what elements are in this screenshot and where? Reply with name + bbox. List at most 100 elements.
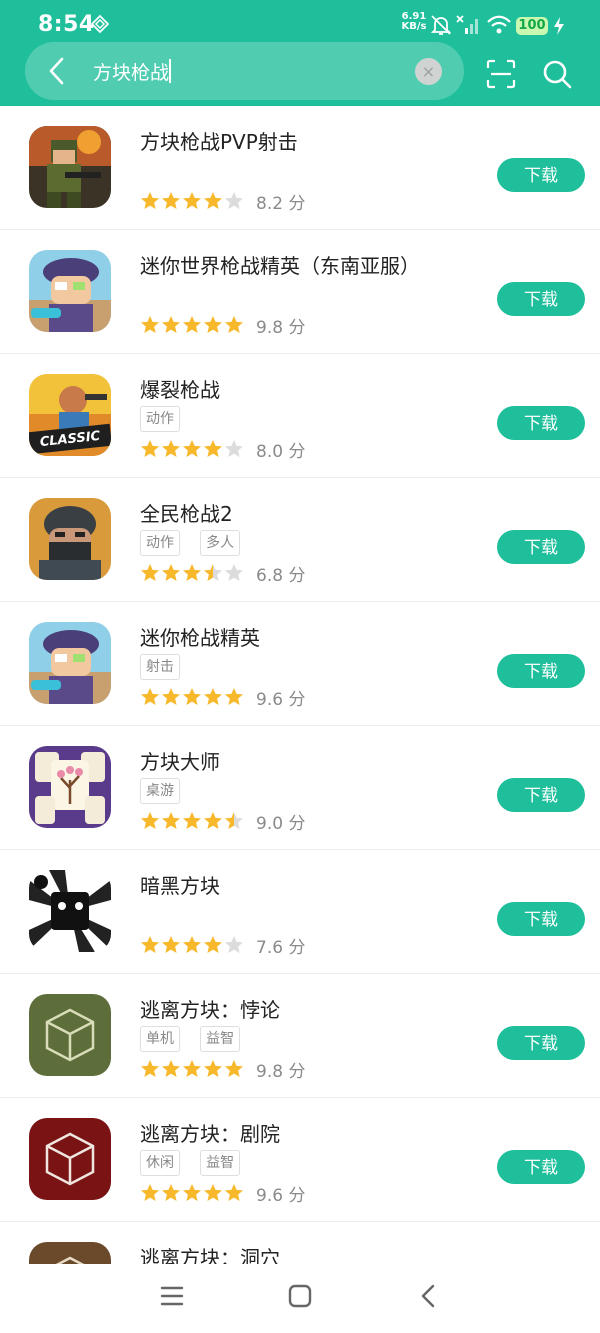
- star-filled-icon: [183, 1184, 201, 1201]
- menu-icon[interactable]: [160, 1284, 184, 1308]
- classic-shooter-icon[interactable]: CLASSIC: [29, 374, 111, 456]
- net-speed-unit: KB/s: [401, 21, 427, 32]
- star-filled-icon: [183, 1060, 201, 1077]
- download-button[interactable]: 下载: [497, 654, 585, 688]
- star-filled-icon: [183, 316, 201, 333]
- download-button[interactable]: 下载: [497, 902, 585, 936]
- rating-score: 9.6 分: [256, 689, 306, 710]
- star-filled-icon: [162, 688, 180, 705]
- star-empty-icon: [225, 440, 243, 457]
- download-button[interactable]: 下载: [497, 530, 585, 564]
- star-filled-icon: [162, 440, 180, 457]
- star-filled-icon: [141, 564, 159, 581]
- download-button[interactable]: 下载: [497, 282, 585, 316]
- swat-soldier-icon[interactable]: [29, 498, 111, 580]
- green-cube-icon[interactable]: [29, 994, 111, 1076]
- app-row[interactable]: 暗黑方块 7.6 分 下载: [0, 850, 600, 974]
- star-filled-icon: [204, 192, 222, 209]
- star-half-icon: [204, 564, 222, 581]
- star-filled-icon: [162, 564, 180, 581]
- category-tag: 桌游: [140, 778, 180, 804]
- search-icon[interactable]: [542, 59, 572, 89]
- rating-score: 9.8 分: [256, 1061, 306, 1082]
- app-row[interactable]: 全民枪战2 动作 多人 6.8 分 下载: [0, 478, 600, 602]
- scan-icon[interactable]: [486, 59, 516, 89]
- star-filled-icon: [204, 440, 222, 457]
- star-filled-icon: [183, 688, 201, 705]
- net-speed: 6.91 KB/s: [400, 12, 428, 32]
- category-tag: 益智: [200, 1150, 241, 1176]
- star-rating: [140, 191, 244, 211]
- brown-cube-icon[interactable]: [29, 1242, 111, 1264]
- search-results-list[interactable]: 方块枪战PVP射击 8.2 分 下载 迷你世界枪战精英（东南亚服） 9.8 分 …: [0, 106, 600, 1264]
- home-icon[interactable]: [288, 1284, 312, 1308]
- category-tag: 动作: [140, 406, 180, 432]
- star-rating: [140, 687, 244, 707]
- app-row[interactable]: 方块大师 桌游 9.0 分 下载: [0, 726, 600, 850]
- text-caret: [169, 59, 171, 83]
- blocky-soldier-icon[interactable]: [29, 126, 111, 208]
- tag-list: 动作 多人: [140, 530, 255, 556]
- app-row[interactable]: CLASSIC 爆裂枪战 动作 8.0 分 下载: [0, 354, 600, 478]
- category-tag: 动作: [140, 530, 180, 556]
- star-rating: [140, 935, 244, 955]
- star-filled-icon: [141, 1060, 159, 1077]
- category-tag: 多人: [200, 530, 241, 556]
- app-row[interactable]: 方块枪战PVP射击 8.2 分 下载: [0, 106, 600, 230]
- header: 8:54 6.91 KB/s 100 方块枪战 ×: [0, 0, 600, 106]
- star-rating: [140, 563, 244, 583]
- download-button[interactable]: 下载: [497, 778, 585, 812]
- tag-list: 桌游: [140, 778, 195, 804]
- star-filled-icon: [183, 440, 201, 457]
- download-button[interactable]: 下载: [497, 158, 585, 192]
- tag-list: 动作: [140, 406, 195, 432]
- rating: 8.0 分: [140, 438, 306, 462]
- download-button[interactable]: 下载: [497, 406, 585, 440]
- download-button[interactable]: 下载: [497, 1150, 585, 1184]
- mahjong-tiles-icon[interactable]: [29, 746, 111, 828]
- star-filled-icon: [204, 316, 222, 333]
- star-filled-icon: [162, 316, 180, 333]
- star-filled-icon: [162, 1060, 180, 1077]
- star-filled-icon: [162, 812, 180, 829]
- bell-off-icon: [430, 15, 452, 35]
- app-name: 逃离方块：悖论: [140, 998, 280, 1022]
- rating-score: 6.8 分: [256, 565, 306, 586]
- app-name: 爆裂枪战: [140, 378, 220, 402]
- app-name: 暗黑方块: [140, 874, 220, 898]
- rating: 9.6 分: [140, 1182, 305, 1206]
- star-rating: [140, 1183, 244, 1203]
- rating: 8.2 分: [140, 190, 306, 214]
- rating-score: 8.0 分: [256, 441, 306, 462]
- star-filled-icon: [225, 688, 243, 705]
- star-rating: [140, 811, 244, 831]
- mini-soldier-icon[interactable]: [29, 622, 111, 704]
- app-row[interactable]: 逃离方块：剧院 休闲 益智 9.6 分 下载: [0, 1098, 600, 1222]
- app-row[interactable]: 迷你世界枪战精英（东南亚服） 9.8 分 下载: [0, 230, 600, 354]
- clear-search-button[interactable]: ×: [415, 58, 442, 85]
- star-filled-icon: [183, 564, 201, 581]
- category-tag: 单机: [140, 1026, 180, 1052]
- star-filled-icon: [162, 192, 180, 209]
- app-row[interactable]: 逃离方块：悖论 单机 益智 9.8 分 下载: [0, 974, 600, 1098]
- rating: 9.6 分: [140, 686, 306, 710]
- rating-score: 8.2 分: [256, 193, 306, 214]
- app-name: 方块大师: [140, 750, 220, 774]
- star-half-icon: [225, 812, 243, 829]
- star-filled-icon: [183, 812, 201, 829]
- mini-soldier-icon[interactable]: [29, 250, 111, 332]
- download-button[interactable]: 下载: [497, 1026, 585, 1060]
- tag-list: 射击: [140, 654, 195, 680]
- rating-score: 9.0 分: [256, 813, 306, 834]
- battery-badge: 100: [516, 17, 548, 35]
- app-row[interactable]: 逃离方块：洞穴: [0, 1222, 600, 1264]
- red-cube-icon[interactable]: [29, 1118, 111, 1200]
- app-row[interactable]: 迷你枪战精英 射击 9.6 分 下载: [0, 602, 600, 726]
- rating-score: 9.8 分: [256, 317, 306, 338]
- back-arrow-icon[interactable]: [46, 56, 68, 86]
- dark-cube-icon[interactable]: [29, 870, 111, 952]
- nav-back-icon[interactable]: [418, 1284, 438, 1308]
- category-tag: 射击: [140, 654, 180, 680]
- search-input[interactable]: [93, 54, 403, 88]
- star-filled-icon: [141, 688, 159, 705]
